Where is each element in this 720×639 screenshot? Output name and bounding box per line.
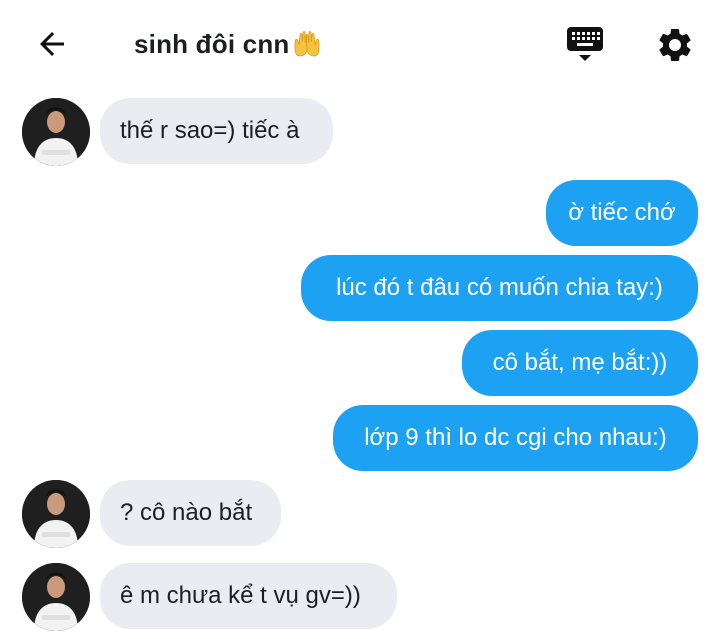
contact-avatar[interactable] bbox=[22, 480, 90, 548]
keyboard-button[interactable] bbox=[562, 22, 608, 68]
conversation-title: sinh đôi cnn bbox=[134, 26, 322, 62]
gear-icon bbox=[659, 29, 691, 61]
settings-button[interactable] bbox=[652, 22, 698, 68]
message-bubble-incoming[interactable]: thế r sao=) tiếc à bbox=[100, 98, 333, 164]
message-text: thế r sao=) tiếc à bbox=[120, 117, 300, 144]
message-text: lớp 9 thì lo dc cgi cho nhau:) bbox=[364, 424, 667, 451]
contact-avatar[interactable] bbox=[22, 98, 90, 166]
palms-up-together-emoji bbox=[294, 31, 319, 57]
keyboard-icon bbox=[567, 27, 603, 61]
message-bubble-outgoing[interactable]: lúc đó t đâu có muốn chia tay:) bbox=[301, 255, 698, 321]
message-bubble-incoming[interactable]: ? cô nào bắt bbox=[100, 480, 281, 546]
message-bubble-incoming[interactable]: ê m chưa kể t vụ gv=)) bbox=[100, 563, 397, 629]
message-text: lúc đó t đâu có muốn chia tay:) bbox=[336, 274, 663, 301]
message-bubble-outgoing[interactable]: lớp 9 thì lo dc cgi cho nhau:) bbox=[333, 405, 698, 471]
message-bubble-outgoing[interactable]: cô bắt, mẹ bắt:)) bbox=[462, 330, 698, 396]
person-photo bbox=[22, 98, 90, 166]
message-text: cô bắt, mẹ bắt:)) bbox=[492, 349, 668, 376]
person-photo bbox=[22, 480, 90, 548]
back-button[interactable] bbox=[30, 24, 74, 64]
arrow-left-icon bbox=[40, 32, 64, 56]
contact-avatar[interactable] bbox=[22, 563, 90, 631]
message-text: ờ tiếc chớ bbox=[568, 199, 676, 226]
conversation-title-text: sinh đôi cnn bbox=[134, 29, 290, 59]
message-bubble-outgoing[interactable]: ờ tiếc chớ bbox=[546, 180, 698, 246]
message-text: ? cô nào bắt bbox=[120, 499, 253, 526]
person-photo bbox=[22, 563, 90, 631]
message-text: ê m chưa kể t vụ gv=)) bbox=[120, 582, 361, 609]
conversation-header: sinh đôi cnn bbox=[0, 0, 720, 88]
